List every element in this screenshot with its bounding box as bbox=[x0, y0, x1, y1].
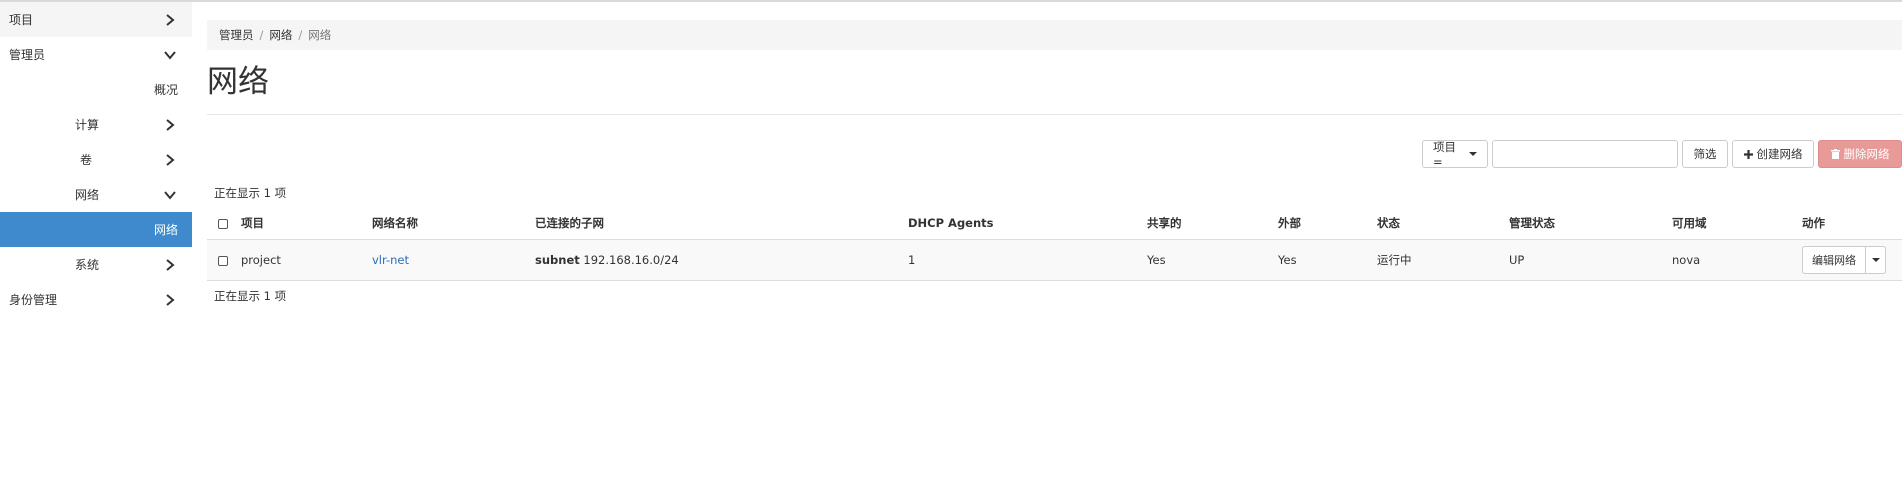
chevron-right-icon bbox=[162, 292, 178, 308]
column-header-dhcp-agents[interactable]: DHCP Agents bbox=[908, 207, 1147, 240]
chevron-right-icon bbox=[162, 117, 178, 133]
delete-networks-label: 删除网络 bbox=[1843, 147, 1890, 161]
create-network-label: 创建网络 bbox=[1756, 147, 1803, 161]
sidebar-item-identity[interactable]: 身份管理 bbox=[0, 282, 192, 317]
cell-subnets: subnet 192.168.16.0/24 bbox=[535, 239, 908, 281]
sidebar-item-networks[interactable]: 网络 bbox=[0, 212, 192, 247]
trash-icon bbox=[1830, 149, 1840, 159]
column-header-project[interactable]: 项目 bbox=[241, 207, 372, 240]
column-header-admin-state[interactable]: 管理状态 bbox=[1509, 207, 1672, 240]
sidebar-item-system[interactable]: 系统 bbox=[0, 247, 192, 282]
edit-network-button[interactable]: 编辑网络 bbox=[1802, 246, 1866, 274]
sidebar-item-volumes[interactable]: 卷 bbox=[0, 142, 192, 177]
cell-external: Yes bbox=[1278, 239, 1377, 281]
cell-status: 运行中 bbox=[1377, 239, 1509, 281]
cell-actions: 编辑网络 bbox=[1802, 239, 1902, 281]
create-network-button[interactable]: 创建网络 bbox=[1732, 140, 1814, 168]
table-header-row: 项目 网络名称 已连接的子网 DHCP Agents 共享的 外部 状态 管理状… bbox=[207, 207, 1902, 240]
sidebar-item-label: 项目 bbox=[9, 13, 34, 27]
sidebar-item-label: 计算 bbox=[75, 118, 100, 132]
chevron-right-icon bbox=[162, 152, 178, 168]
breadcrumb-admin[interactable]: 管理员 bbox=[219, 27, 254, 43]
sidebar-item-label: 卷 bbox=[80, 153, 93, 167]
cell-shared: Yes bbox=[1147, 239, 1278, 281]
cell-availability-zone: nova bbox=[1672, 239, 1802, 281]
sidebar-item-project[interactable]: 项目 bbox=[0, 2, 192, 37]
title-divider bbox=[207, 114, 1902, 115]
item-count-bottom: 正在显示 1 项 bbox=[214, 289, 287, 303]
sidebar-item-label: 概况 bbox=[153, 83, 178, 97]
column-header-availability-zone[interactable]: 可用域 bbox=[1672, 207, 1802, 240]
sidebar-nav: 项目 管理员 概况 计算 卷 网络 网络 系统 身份管理 bbox=[0, 2, 192, 317]
top-border bbox=[0, 0, 1902, 2]
sidebar-item-label: 网络 bbox=[75, 188, 100, 202]
subnet-cidr: 192.168.16.0/24 bbox=[583, 253, 679, 267]
breadcrumb-separator: / bbox=[259, 28, 264, 42]
breadcrumb-separator: / bbox=[298, 28, 303, 42]
delete-networks-button[interactable]: 删除网络 bbox=[1818, 140, 1902, 168]
chevron-down-icon bbox=[162, 47, 178, 63]
sidebar-item-admin[interactable]: 管理员 bbox=[0, 37, 192, 72]
sidebar-item-label: 网络 bbox=[153, 223, 178, 237]
select-all-checkbox[interactable] bbox=[218, 218, 228, 229]
filter-field-dropdown[interactable]: 项目 = bbox=[1422, 140, 1488, 169]
row-select-cell bbox=[207, 239, 241, 281]
subnet-name: subnet bbox=[535, 253, 580, 267]
sidebar-item-label: 管理员 bbox=[9, 48, 46, 62]
sidebar-item-label: 身份管理 bbox=[9, 293, 58, 307]
cell-admin-state: UP bbox=[1509, 239, 1672, 281]
breadcrumb-current: 网络 bbox=[308, 28, 332, 42]
caret-down-icon bbox=[1469, 152, 1477, 156]
column-header-status[interactable]: 状态 bbox=[1377, 207, 1509, 240]
row-actions: 编辑网络 bbox=[1802, 246, 1902, 274]
sidebar-item-network-group[interactable]: 网络 bbox=[0, 177, 192, 212]
item-count-top: 正在显示 1 项 bbox=[214, 186, 287, 200]
select-all-cell bbox=[207, 207, 241, 240]
chevron-down-icon bbox=[162, 187, 178, 203]
breadcrumb: 管理员 / 网络 / 网络 bbox=[207, 20, 1902, 50]
column-header-actions: 动作 bbox=[1802, 216, 1825, 230]
chevron-right-icon bbox=[162, 12, 178, 28]
table-row: project vlr-net subnet 192.168.16.0/24 1… bbox=[207, 239, 1902, 281]
sidebar-item-compute[interactable]: 计算 bbox=[0, 107, 192, 142]
row-actions-dropdown-toggle[interactable] bbox=[1866, 246, 1886, 274]
page-title: 网络 bbox=[207, 64, 269, 100]
column-header-name[interactable]: 网络名称 bbox=[372, 207, 535, 240]
column-header-external[interactable]: 外部 bbox=[1278, 207, 1377, 240]
caret-down-icon bbox=[1871, 258, 1880, 262]
column-header-subnets[interactable]: 已连接的子网 bbox=[535, 207, 908, 240]
sidebar-item-label: 系统 bbox=[75, 258, 100, 272]
cell-project: project bbox=[241, 239, 372, 281]
breadcrumb-network-group[interactable]: 网络 bbox=[269, 27, 292, 43]
table-toolbar: 项目 = 筛选 创建网络 删除网络 bbox=[1422, 139, 1902, 169]
network-name-link[interactable]: vlr-net bbox=[372, 253, 409, 267]
filter-input[interactable] bbox=[1492, 140, 1678, 168]
networks-table: 项目 网络名称 已连接的子网 DHCP Agents 共享的 外部 状态 管理状… bbox=[207, 207, 1902, 281]
filter-field-label: 项目 = bbox=[1433, 140, 1456, 169]
chevron-right-icon bbox=[162, 257, 178, 273]
plus-icon bbox=[1743, 149, 1753, 159]
filter-button[interactable]: 筛选 bbox=[1682, 140, 1728, 168]
cell-name: vlr-net bbox=[372, 239, 535, 281]
row-checkbox[interactable] bbox=[218, 255, 228, 266]
column-header-shared[interactable]: 共享的 bbox=[1147, 207, 1278, 240]
cell-dhcp-agents: 1 bbox=[908, 239, 1147, 281]
sidebar-item-overview[interactable]: 概况 bbox=[0, 72, 192, 107]
